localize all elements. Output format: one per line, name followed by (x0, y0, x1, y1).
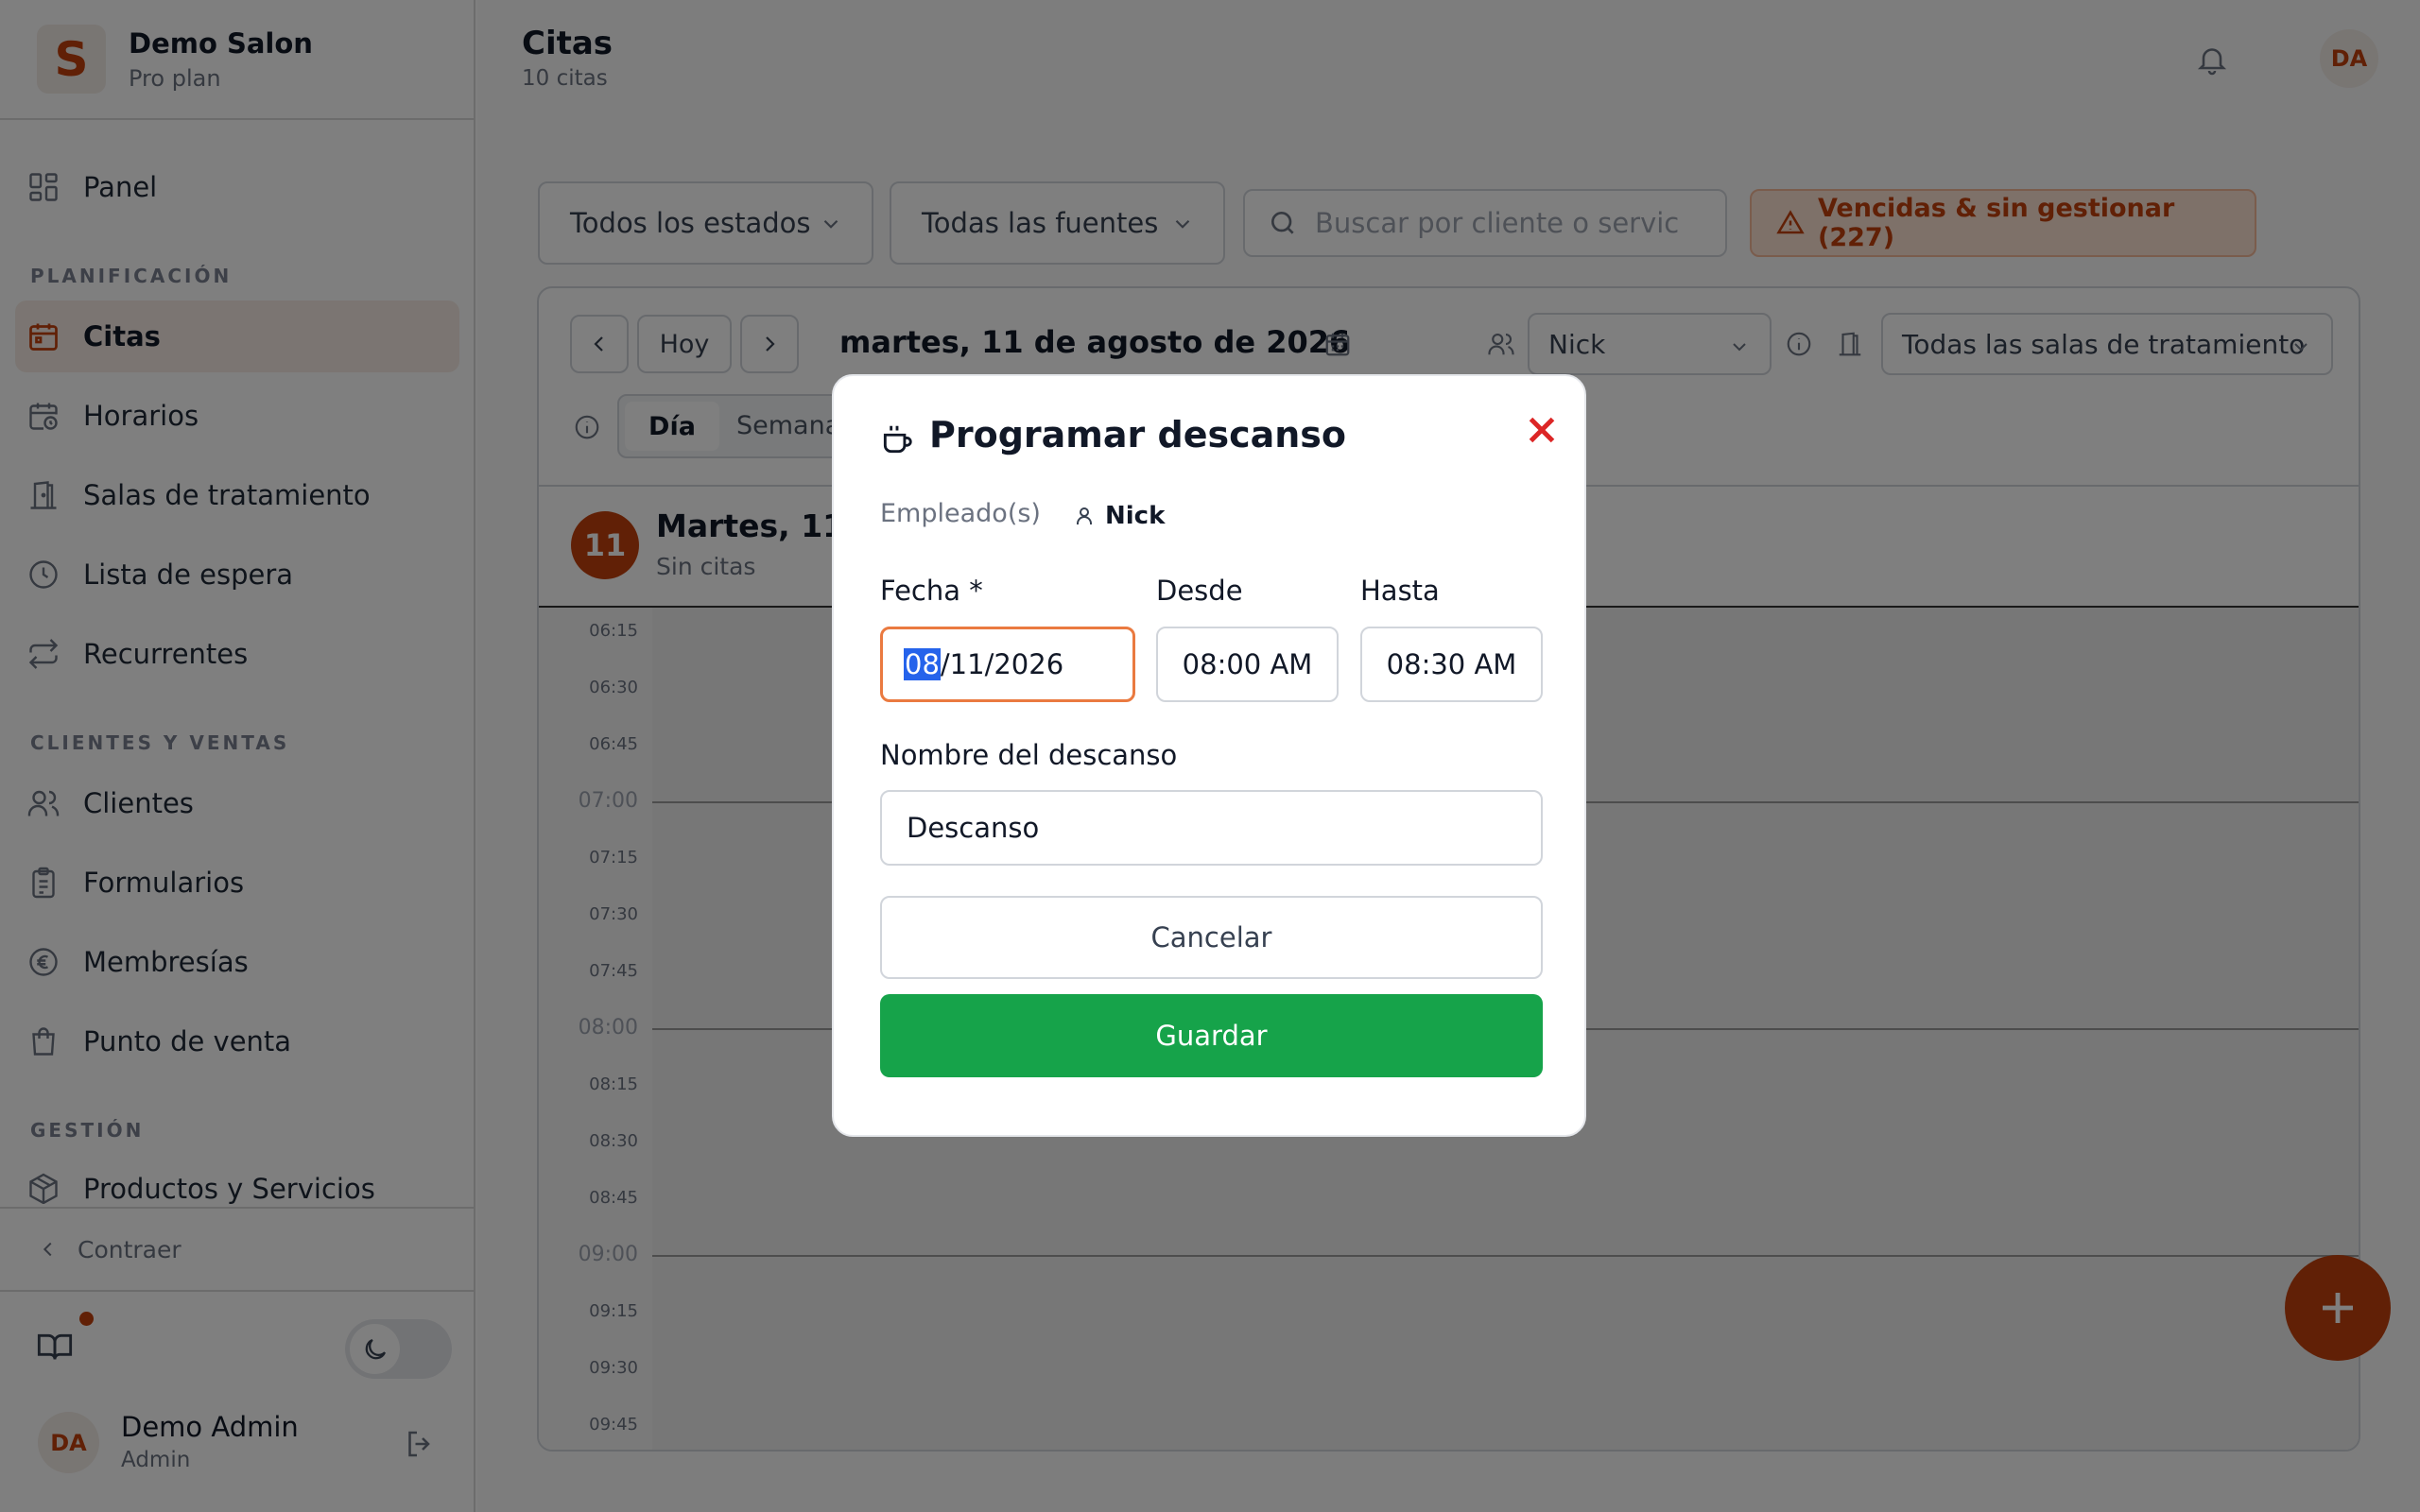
dialog-title: Programar descanso (929, 414, 1347, 455)
employee-chip-name: Nick (1105, 502, 1166, 530)
to-time-field[interactable]: 08:30 AM (1360, 627, 1543, 702)
from-time-field[interactable]: 08:00 AM (1156, 627, 1339, 702)
to-label: Hasta (1360, 575, 1440, 607)
date-label: Fecha * (880, 575, 983, 607)
date-month-segment: 08 (904, 648, 941, 680)
schedule-break-dialog: Programar descanso Empleado(s) Nick Fech… (832, 374, 1586, 1137)
cancel-button[interactable]: Cancelar (880, 896, 1543, 979)
employee-chip: Nick (1073, 502, 1165, 530)
save-button[interactable]: Guardar (880, 994, 1543, 1077)
date-rest: /11/2026 (940, 648, 1064, 680)
user-icon (1073, 505, 1096, 527)
employees-label: Empleado(s) (880, 499, 1041, 528)
coffee-cup-icon (879, 421, 915, 457)
date-field[interactable]: 08/11/2026 (880, 627, 1135, 702)
close-icon[interactable] (1520, 408, 1564, 452)
break-name-label: Nombre del descanso (880, 739, 1178, 771)
from-label: Desde (1156, 575, 1243, 607)
break-name-field[interactable]: Descanso (880, 790, 1543, 866)
